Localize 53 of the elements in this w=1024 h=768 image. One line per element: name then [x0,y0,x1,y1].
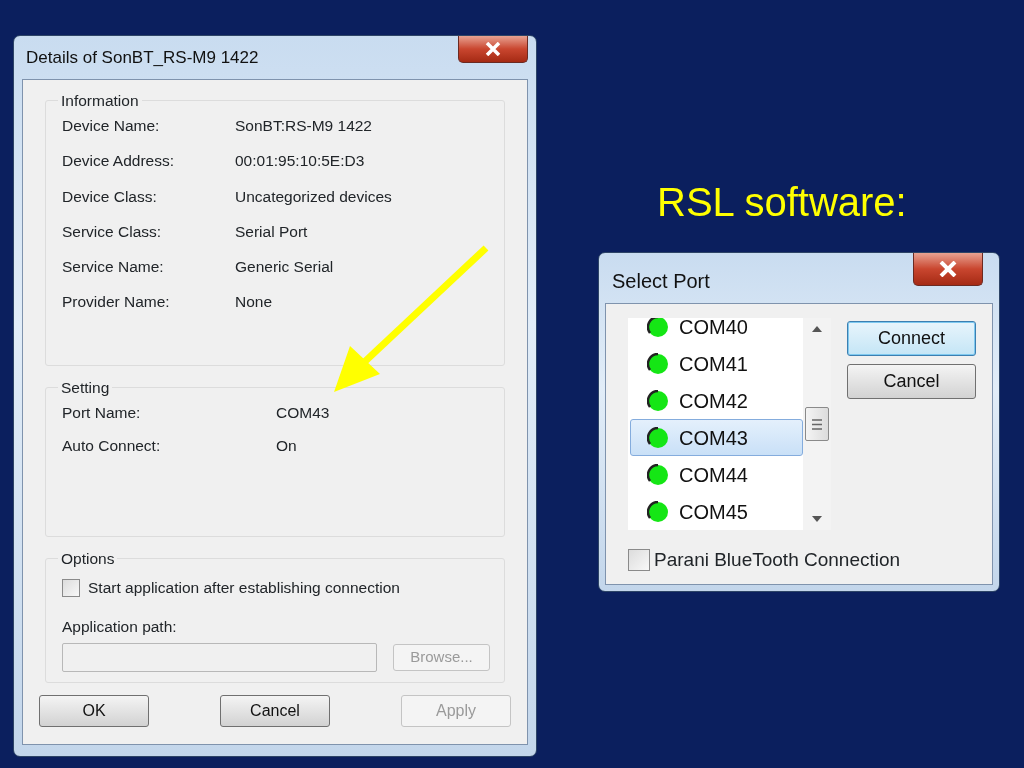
port-name: COM44 [679,462,748,488]
scroll-up-icon [812,326,822,332]
field-label: Service Name: [62,257,165,277]
grip-icon [812,418,822,430]
port-item[interactable]: COM44 [630,456,803,493]
checkbox-label: Start application after establishing connection [88,578,400,598]
cancel-button[interactable]: Cancel [220,694,330,727]
port-item[interactable]: COM43 [630,419,803,456]
connect-button[interactable]: Connect [847,321,976,356]
field-label: Service Class: [62,221,163,242]
port-name: COM43 [679,425,748,451]
ok-button[interactable]: OK [39,694,149,727]
field-value: Serial Port [235,221,309,242]
field-label: Device Class: [62,186,158,207]
slide-heading: RSL software: [657,179,907,226]
port-name: COM40 [679,318,748,340]
field-value: COM43 [276,403,331,423]
close-button[interactable] [913,253,983,286]
port-item[interactable]: COM40 [630,318,803,345]
close-icon [485,42,501,56]
status-dot-icon [647,463,669,486]
window-title: Details of SonBT_RS-M9 1422 [25,47,259,69]
window-title: Select Port [611,269,710,294]
port-item[interactable]: COM41 [630,345,803,382]
status-dot-icon [647,352,669,375]
field-label: Port Name: [62,403,142,423]
checkbox-label: Parani BlueTooth Connection [654,548,901,572]
field-value: On [276,436,298,457]
port-name: COM45 [679,499,748,525]
field-label: Device Address: [62,151,175,172]
close-button[interactable] [458,36,528,63]
scroll-thumb[interactable] [805,407,829,441]
close-icon [939,261,957,277]
status-dot-icon [647,426,669,449]
status-dot-icon [647,389,669,412]
field-label: Application path: [62,617,178,638]
port-name: COM41 [679,351,748,377]
port-item[interactable]: COM45 [630,493,803,530]
field-value: Uncategorized devices [235,186,393,207]
scroll-down-icon [812,516,822,522]
checkbox[interactable] [628,549,650,572]
field-value: None [235,292,274,313]
status-dot-icon [647,500,669,523]
field-value: Generic Serial [235,257,335,277]
port-name: COM42 [679,388,748,414]
field-label: Auto Connect: [62,436,162,457]
checkbox[interactable] [62,578,80,597]
cancel-button[interactable]: Cancel [847,364,976,399]
field-value: SonBT:RS-M9 1422 [235,116,373,136]
field-label: Device Name: [62,116,161,136]
field-label: Provider Name: [62,292,171,313]
field-value: 00:01:95:10:5E:D3 [235,151,366,172]
port-item[interactable]: COM42 [630,382,803,419]
